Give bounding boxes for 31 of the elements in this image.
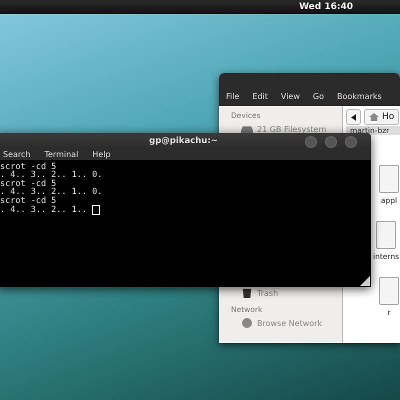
minimize-button[interactable]	[305, 136, 317, 148]
menu-item[interactable]: View	[280, 92, 300, 100]
terminal-line: . 4.. 3.. 2.. 1.. 0.	[0, 188, 102, 197]
document-icon[interactable]	[376, 221, 396, 249]
maximize-button[interactable]	[325, 136, 337, 148]
menu-item[interactable]: File	[226, 92, 240, 100]
terminal-line: scrot -cd 5	[0, 196, 56, 206]
terminal-line: . 4.. 3.. 2.. 1..	[0, 206, 87, 214]
menu-item[interactable]: Terminal	[44, 150, 78, 159]
sidebar-label: Trash	[257, 288, 278, 298]
document-icon[interactable]	[379, 277, 399, 305]
terminal-line: . 4.. 3.. 2.. 1.. 0.	[0, 171, 102, 180]
sidebar-label: Browse Network	[257, 318, 322, 328]
location-button[interactable]: Ho	[364, 109, 400, 125]
menu-item[interactable]: Help	[92, 150, 111, 159]
sidebar-label: 21 GB Filesystem	[257, 124, 326, 134]
document-icon[interactable]	[379, 165, 399, 193]
back-button[interactable]	[346, 109, 361, 125]
close-button[interactable]	[345, 136, 357, 148]
resize-grip-icon[interactable]	[360, 276, 370, 286]
menu-item[interactable]: Go	[312, 92, 324, 100]
menu-item[interactable]: Edit	[252, 92, 268, 100]
home-icon	[369, 113, 379, 121]
back-arrow-icon	[351, 114, 356, 120]
terminal-line: scrot -cd 5	[0, 163, 56, 172]
menu-item[interactable]: Search	[3, 150, 30, 159]
terminal-line: scrot -cd 5	[0, 180, 56, 188]
window-title: gp@pikachu:~	[149, 136, 218, 146]
clock[interactable]: Wed 16:40	[299, 2, 353, 12]
globe-icon	[241, 318, 253, 328]
menu-item[interactable]: Bookmarks	[336, 92, 382, 100]
